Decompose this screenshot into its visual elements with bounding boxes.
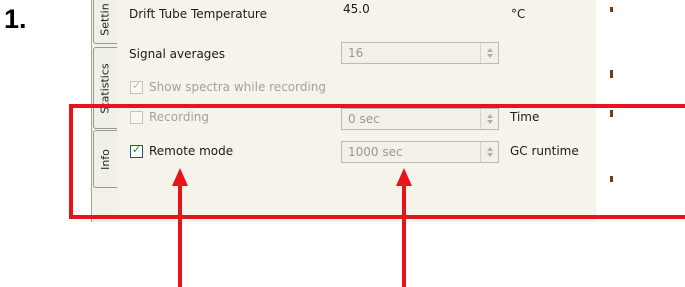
annotation-arrows bbox=[172, 168, 412, 287]
arrow-up-icon bbox=[172, 168, 188, 287]
arrow-up-icon bbox=[396, 168, 412, 287]
